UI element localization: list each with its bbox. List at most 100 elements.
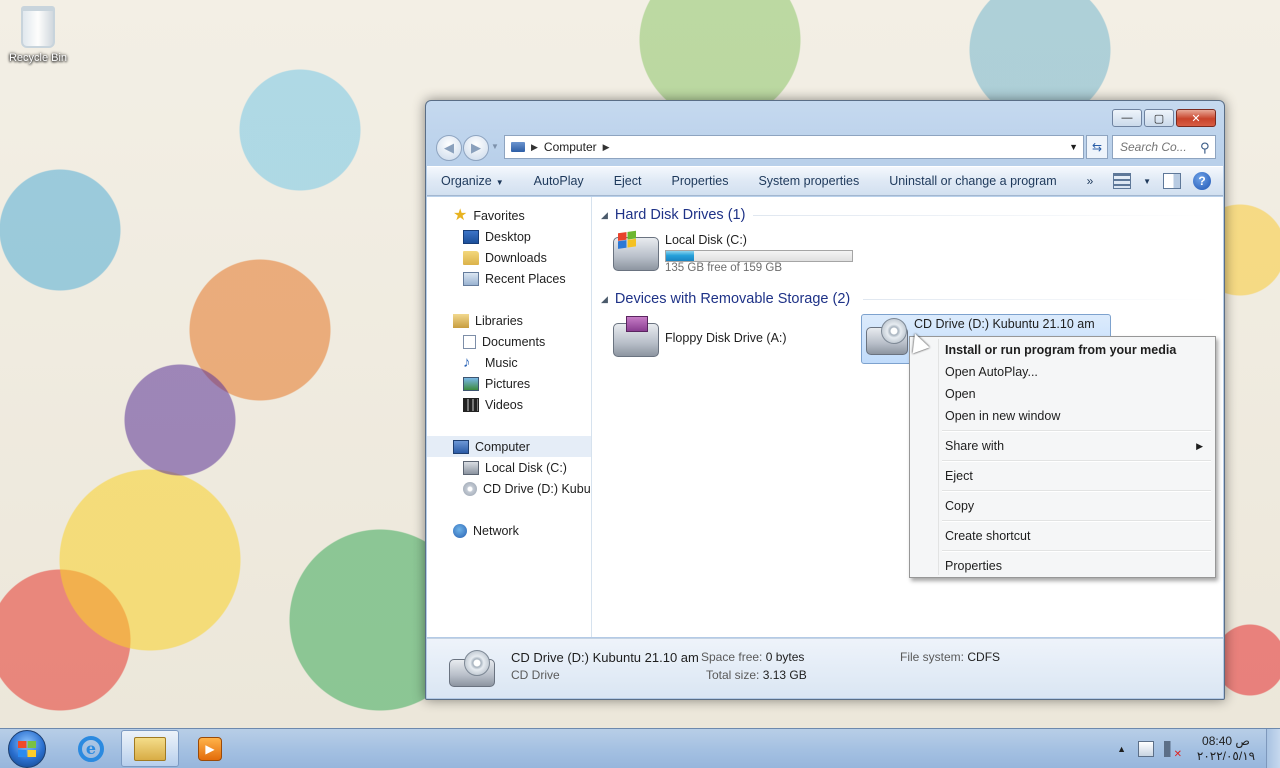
nav-label: CD Drive (D:) Kubun [483,481,591,496]
nav-cd-drive[interactable]: CD Drive (D:) Kubun [427,478,591,499]
collapse-triangle-icon: ◢ [601,293,608,304]
menu-eject[interactable]: Eject [912,465,1213,487]
recycle-bin-icon [21,6,55,48]
nav-videos[interactable]: Videos [427,394,591,415]
help-icon[interactable]: ? [1193,172,1211,190]
cd-drive-icon [866,318,908,355]
group-removable-storage[interactable]: ◢ Devices with Removable Storage (2) [601,289,850,309]
details-file-system: File system: CDFS [900,650,1001,664]
details-pane: CD Drive (D:) Kubuntu 21.10 am CD Drive … [427,638,1223,698]
breadcrumb-chevron-icon[interactable]: ▶ [531,142,538,153]
navigation-pane[interactable]: ★ Favorites Desktop Downloads Recent Pla… [427,197,592,637]
properties-button[interactable]: Properties [671,174,728,188]
film-strip-icon [463,397,479,412]
media-player-icon: ▶ [198,736,222,761]
show-hidden-icons-icon[interactable]: ▲ [1117,744,1126,754]
menu-separator [912,517,1213,525]
taskbar-media-player[interactable]: ▶ [181,730,239,767]
drive-floppy[interactable]: Floppy Disk Drive (A:) [613,316,787,357]
nav-documents[interactable]: Documents [427,331,591,352]
system-properties-button[interactable]: System properties [758,174,859,188]
windows-logo-icon [18,741,36,757]
autoplay-button[interactable]: AutoPlay [534,174,584,188]
drive-name: CD Drive (D:) Kubuntu 21.10 am [914,317,1095,331]
breadcrumb-chevron-icon[interactable]: ▶ [603,142,610,153]
nav-label: Recent Places [485,271,566,286]
recycle-bin-label: Recycle Bin [8,52,68,64]
recent-pages-dropdown[interactable]: ▼ [491,142,499,151]
windows-logo-icon [618,230,636,250]
nav-music[interactable]: ♪ Music [427,352,591,373]
drive-name: Floppy Disk Drive (A:) [665,331,787,345]
menu-open[interactable]: Open [912,383,1213,405]
search-icon[interactable]: ⚲ [1200,140,1210,156]
nav-desktop[interactable]: Desktop [427,226,591,247]
menu-properties[interactable]: Properties [912,555,1213,577]
menu-install-run[interactable]: Install or run program from your media [912,339,1213,361]
preview-pane-icon[interactable] [1163,173,1181,189]
organize-button[interactable]: Organize ▼ [441,174,504,188]
organize-label: Organize [441,174,492,188]
details-title: CD Drive (D:) Kubuntu 21.10 am [511,650,699,665]
details-type: CD Drive [511,668,560,682]
computer-icon [511,142,525,152]
address-bar[interactable]: ▶ Computer ▶ ▼ [504,135,1084,159]
minimize-button[interactable]: — [1112,109,1142,127]
action-center-icon[interactable] [1138,741,1154,757]
nav-local-disk[interactable]: Local Disk (C:) [427,457,591,478]
menu-open-new-window[interactable]: Open in new window [912,405,1213,427]
menu-create-shortcut[interactable]: Create shortcut [912,525,1213,547]
clock[interactable]: 08:40 ص ٢٠٢٢/٠٥/١٩ [1190,734,1262,764]
navigation-bar: ◀ ▶ ▼ ▶ Computer ▶ ▼ ⇆ ⚲ [434,134,1216,161]
close-button[interactable]: ✕ [1176,109,1216,127]
nav-label: Favorites [473,208,525,223]
drive-free-space: 135 GB free of 159 GB [665,262,782,274]
volume-muted-icon[interactable] [1164,741,1182,760]
nav-computer[interactable]: Computer [427,436,591,457]
context-menu[interactable]: Install or run program from your media O… [909,336,1216,578]
nav-favorites[interactable]: ★ Favorites [427,205,591,226]
menu-separator [912,547,1213,555]
back-button[interactable]: ◀ [436,135,462,161]
more-commands-button[interactable]: » [1087,174,1094,188]
start-button[interactable] [8,730,46,768]
chevron-down-icon: ▼ [495,178,504,187]
breadcrumb-computer[interactable]: Computer [544,140,597,154]
menu-label: Share with [945,439,1005,453]
change-view-icon[interactable] [1113,173,1132,189]
internet-explorer-icon: e [78,735,104,762]
nav-network[interactable]: Network [427,520,591,541]
taskbar-internet-explorer[interactable]: e [62,730,120,767]
eject-button[interactable]: Eject [614,174,642,188]
pictures-icon [463,376,479,391]
nav-label: Documents [482,334,546,349]
recycle-bin-shortcut[interactable]: Recycle Bin [6,6,70,64]
disk-usage-bar [665,250,853,262]
menu-share-with[interactable]: Share with ▶ [912,435,1213,457]
group-header-label: Devices with Removable Storage (2) [614,291,851,307]
libraries-icon [453,313,469,328]
maximize-button[interactable]: ▢ [1144,109,1174,127]
view-options-dropdown-icon[interactable]: ▼ [1143,177,1151,186]
refresh-button[interactable]: ⇆ [1086,135,1108,159]
taskbar-windows-explorer[interactable] [121,730,179,767]
address-dropdown-icon[interactable]: ▼ [1069,142,1078,152]
menu-separator [912,487,1213,495]
forward-button[interactable]: ▶ [463,135,489,161]
show-desktop-button[interactable] [1266,729,1280,768]
uninstall-program-button[interactable]: Uninstall or change a program [889,174,1056,188]
drive-local-disk[interactable]: Local Disk (C:) 135 GB free of 159 GB [613,230,853,274]
menu-open-autoplay[interactable]: Open AutoPlay... [912,361,1213,383]
nav-libraries[interactable]: Libraries [427,310,591,331]
nav-pictures[interactable]: Pictures [427,373,591,394]
desktop-icon [463,229,479,244]
submenu-arrow-icon: ▶ [1196,440,1203,451]
menu-copy[interactable]: Copy [912,495,1213,517]
group-hard-disk-drives[interactable]: ◢ Hard Disk Drives (1) [601,205,745,225]
nav-recent-places[interactable]: Recent Places [427,268,591,289]
nav-downloads[interactable]: Downloads [427,247,591,268]
nav-label: Desktop [485,229,531,244]
floppy-drive-icon [613,316,659,357]
nav-label: Libraries [475,313,523,328]
star-icon: ★ [453,206,468,224]
